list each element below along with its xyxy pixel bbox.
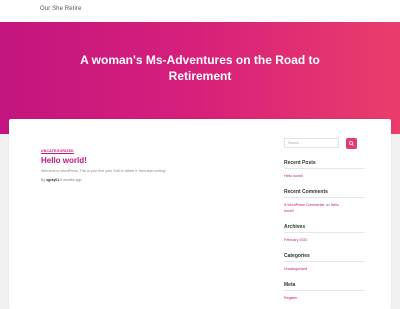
- post-excerpt: Welcome to WordPress. This is your first…: [41, 169, 166, 173]
- comment-post-link-continued[interactable]: world!: [284, 208, 364, 214]
- meta-list: Register: [284, 295, 364, 301]
- meta-title: Meta: [284, 282, 364, 291]
- hero-banner: A woman's Ms-Adventures on the Road to R…: [0, 22, 400, 134]
- comment-post-link[interactable]: Hello: [331, 203, 339, 207]
- meta-link-register[interactable]: Register: [284, 295, 364, 301]
- recent-comments-list: A WordPress Commenter on Hello world!: [284, 202, 364, 214]
- archives-list: February 2020: [284, 237, 364, 243]
- sidebar: Recent Posts Hello world! Recent Comment…: [284, 138, 364, 301]
- search-input[interactable]: [284, 138, 339, 148]
- post-date: 8 months ago: [60, 178, 82, 182]
- recent-comments-title: Recent Comments: [284, 189, 364, 198]
- archives-title: Archives: [284, 224, 364, 233]
- recent-posts-title: Recent Posts: [284, 160, 364, 169]
- search-icon: [349, 141, 354, 146]
- byline-prefix: By: [41, 178, 46, 182]
- recent-post-link[interactable]: Hello world!: [284, 173, 364, 179]
- category-badge[interactable]: UNCATEGORIZED: [41, 149, 241, 153]
- post-entry: UNCATEGORIZED Hello world! Welcome to Wo…: [41, 149, 241, 182]
- post-byline: By sgray01 8 months ago: [41, 178, 241, 182]
- author-link[interactable]: sgray01: [46, 178, 59, 182]
- archive-link[interactable]: February 2020: [284, 237, 364, 243]
- content-card: UNCATEGORIZED Hello world! Welcome to Wo…: [9, 119, 391, 309]
- site-name-link[interactable]: Our She Retire: [40, 6, 81, 12]
- category-link[interactable]: Uncategorized: [284, 266, 364, 272]
- categories-title: Categories: [284, 253, 364, 262]
- search-button[interactable]: [346, 138, 357, 149]
- post-title-link[interactable]: Hello world!: [41, 156, 241, 165]
- commenter-link[interactable]: A WordPress Commenter: [284, 203, 325, 207]
- categories-list: Uncategorized: [284, 266, 364, 272]
- recent-posts-list: Hello world!: [284, 173, 364, 179]
- hero-title: A woman's Ms-Adventures on the Road to R…: [80, 53, 320, 83]
- search-form: [284, 138, 364, 150]
- top-bar: Our She Retire: [0, 0, 400, 22]
- comment-connector: on: [325, 203, 330, 207]
